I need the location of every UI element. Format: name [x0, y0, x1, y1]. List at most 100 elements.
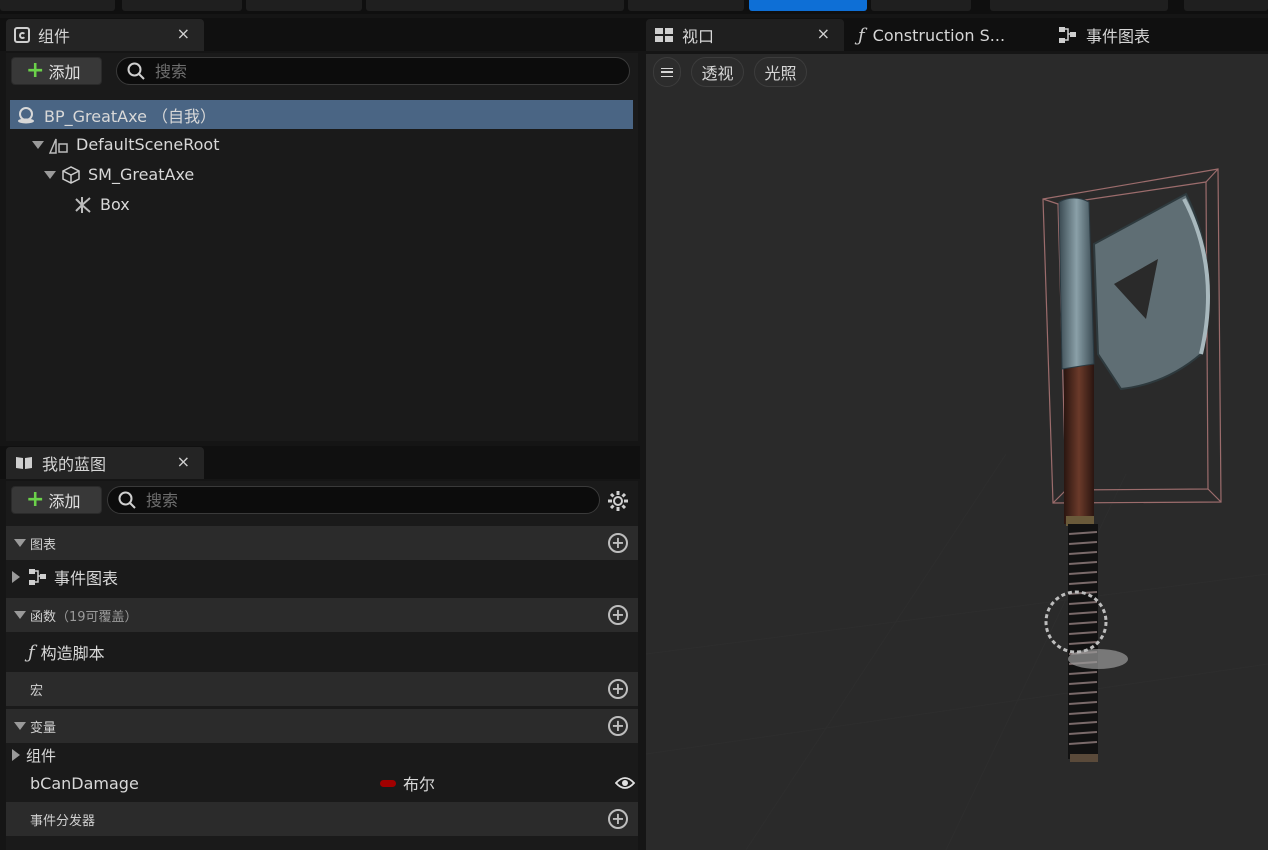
add-event-dispatcher-button[interactable]: + — [608, 809, 628, 829]
section-graphs-label: 图表 — [30, 537, 57, 553]
viewport-options-button[interactable] — [653, 57, 681, 87]
toolbar-segment[interactable] — [0, 0, 115, 11]
collapse-arrow-icon[interactable] — [14, 539, 26, 547]
expand-arrow-icon[interactable] — [12, 571, 20, 583]
tab-event-graph-label: 事件图表 — [1086, 27, 1151, 46]
box-collision-icon — [75, 196, 91, 213]
components-icon — [14, 27, 30, 43]
variable-type-label: 布尔 — [403, 775, 436, 794]
tree-item-label: SM_GreatAxe — [88, 165, 195, 184]
toolbar-segment[interactable] — [990, 0, 1168, 11]
blueprint-search[interactable] — [107, 486, 600, 514]
expand-arrow-icon[interactable] — [32, 140, 44, 149]
tab-viewport-label: 视口 — [682, 27, 715, 46]
compile-button[interactable] — [749, 0, 867, 11]
viewport-3d[interactable]: 透视 光照 — [646, 54, 1268, 850]
toolbar-segment[interactable] — [871, 0, 971, 11]
actor-icon — [18, 106, 34, 123]
settings-gear-icon[interactable] — [607, 490, 629, 512]
book-icon — [16, 457, 32, 469]
add-blueprint-item-button[interactable]: + 添加 — [11, 486, 102, 514]
function-icon: ƒ — [858, 24, 865, 46]
add-blueprint-item-label: 添加 — [48, 492, 81, 511]
plus-icon: + — [26, 58, 45, 83]
components-tabstrip: 组件 × — [0, 18, 640, 51]
event-graph-label: 事件图表 — [54, 569, 119, 588]
list-item-event-graph[interactable]: 事件图表 — [6, 560, 638, 594]
section-graphs[interactable]: 图表 + — [6, 526, 638, 560]
expand-arrow-icon[interactable] — [12, 749, 20, 761]
perspective-button[interactable]: 透视 — [691, 57, 744, 87]
close-icon[interactable]: × — [177, 452, 190, 471]
blueprint-tabstrip: 我的蓝图 × — [0, 446, 640, 479]
tree-item-label: BP_GreatAxe （自我） — [44, 106, 217, 126]
expand-arrow-icon[interactable] — [44, 170, 56, 179]
editor-tabstrip: 视口 × ƒ Construction S... 事件图表 — [640, 18, 1268, 51]
close-icon[interactable]: × — [817, 24, 830, 43]
tab-construction-script[interactable]: ƒ Construction S... — [850, 19, 1046, 51]
section-macros-label: 宏 — [30, 683, 44, 699]
construction-script-label: 构造脚本 — [40, 644, 105, 663]
static-mesh-icon — [62, 165, 80, 184]
variable-row[interactable]: bCanDamage 布尔 — [6, 768, 638, 798]
section-event-dispatchers-label: 事件分发器 — [30, 813, 96, 829]
tree-item-sm-greataxe[interactable]: SM_GreatAxe — [44, 160, 194, 189]
tab-construction-script-label: Construction S... — [872, 25, 1006, 45]
eye-icon[interactable] — [615, 776, 635, 790]
section-event-dispatchers[interactable]: 事件分发器 + — [6, 802, 638, 836]
tab-components[interactable]: 组件 × — [6, 19, 204, 51]
tree-item-label: Box — [100, 195, 130, 214]
tab-my-blueprint-label: 我的蓝图 — [42, 455, 107, 474]
lighting-button[interactable]: 光照 — [754, 57, 807, 87]
list-item-construction-script[interactable]: ƒ 构造脚本 — [6, 635, 638, 669]
add-function-button[interactable]: + — [608, 605, 628, 625]
add-component-button[interactable]: + 添加 — [11, 57, 102, 85]
lighting-label: 光照 — [764, 64, 797, 83]
add-variable-button[interactable]: + — [608, 716, 628, 736]
perspective-label: 透视 — [701, 64, 734, 83]
function-icon: ƒ — [28, 641, 35, 663]
close-icon[interactable]: × — [177, 24, 190, 43]
event-graph-icon — [1059, 27, 1076, 43]
section-functions-label: 函数 — [30, 609, 57, 625]
components-search[interactable] — [116, 57, 630, 85]
add-graph-button[interactable]: + — [608, 533, 628, 553]
search-icon — [127, 62, 145, 80]
toolbar-segment[interactable] — [122, 0, 242, 11]
hamburger-icon — [661, 67, 673, 77]
scene-root-icon — [48, 138, 68, 154]
collapse-arrow-icon[interactable] — [14, 611, 26, 619]
toolbar-segment[interactable] — [628, 0, 744, 11]
tree-item-label: DefaultSceneRoot — [76, 135, 220, 154]
tree-item-defaultsceneroot[interactable]: DefaultSceneRoot — [32, 130, 220, 159]
viewport-scene — [646, 168, 1268, 850]
tab-event-graph[interactable]: 事件图表 — [1050, 19, 1250, 51]
variable-name: bCanDamage — [30, 773, 139, 793]
list-item-components-category[interactable]: 组件 — [6, 742, 638, 768]
tree-item-self[interactable]: BP_GreatAxe （自我） — [10, 100, 633, 129]
section-functions[interactable]: 函数 （19可覆盖） + — [6, 598, 638, 632]
section-variables[interactable]: 变量 + — [6, 709, 638, 743]
add-macro-button[interactable]: + — [608, 679, 628, 699]
toolbar-segment[interactable] — [246, 0, 362, 11]
blueprint-search-input[interactable] — [146, 490, 555, 510]
components-category-label: 组件 — [26, 746, 57, 765]
tree-item-box[interactable]: Box — [72, 190, 130, 219]
toolbar-segment[interactable] — [1184, 0, 1268, 11]
add-component-label: 添加 — [48, 63, 81, 82]
viewport-icon — [655, 28, 673, 42]
collapse-arrow-icon[interactable] — [14, 722, 26, 730]
section-functions-note: （19可覆盖） — [56, 609, 138, 625]
components-search-input[interactable] — [155, 61, 582, 81]
search-icon — [118, 491, 136, 509]
section-macros[interactable]: 宏 + — [6, 672, 638, 706]
tab-my-blueprint[interactable]: 我的蓝图 × — [6, 447, 204, 479]
section-variables-label: 变量 — [30, 720, 57, 736]
variable-type-pill-icon — [380, 780, 396, 787]
tab-components-label: 组件 — [38, 27, 71, 46]
plus-icon: + — [26, 487, 45, 512]
event-graph-icon — [29, 569, 46, 585]
components-panel: + 添加 BP_GreatAxe （自我） DefaultSceneRoot S… — [6, 53, 638, 441]
tab-viewport[interactable]: 视口 × — [646, 19, 844, 51]
toolbar-segment[interactable] — [366, 0, 624, 11]
